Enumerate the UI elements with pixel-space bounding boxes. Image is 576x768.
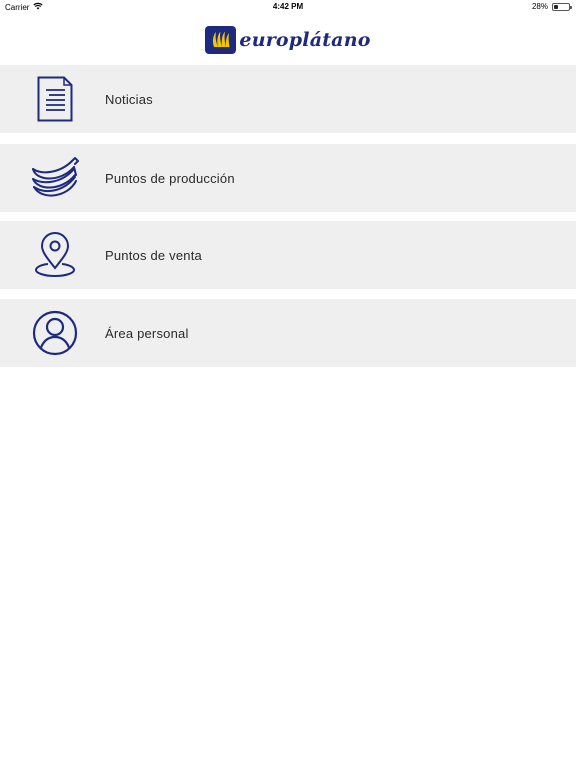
battery-icon bbox=[552, 2, 572, 11]
battery-percent: 28% bbox=[531, 2, 548, 11]
status-bar: Carrier 4:42 PM 28% bbox=[0, 0, 576, 14]
menu-item-puntos-produccion[interactable]: Puntos de producción bbox=[0, 144, 576, 212]
status-right: 28% bbox=[531, 2, 572, 11]
bananas-icon bbox=[30, 154, 80, 202]
menu-item-label: Área personal bbox=[105, 325, 189, 341]
menu-item-label: Noticias bbox=[105, 91, 153, 107]
map-pin-icon bbox=[30, 231, 80, 279]
document-icon bbox=[30, 75, 80, 123]
banana-logo-icon bbox=[205, 25, 237, 54]
menu-item-noticias[interactable]: Noticias bbox=[0, 65, 576, 133]
user-icon bbox=[30, 309, 80, 357]
menu-item-puntos-venta[interactable]: Puntos de venta bbox=[0, 221, 576, 289]
logo-wordmark: europlátano bbox=[239, 28, 371, 51]
menu-item-label: Puntos de producción bbox=[105, 170, 235, 186]
menu-item-area-personal[interactable]: Área personal bbox=[0, 299, 576, 367]
battery-level bbox=[554, 4, 558, 9]
app-header: europlátano bbox=[0, 14, 576, 65]
menu-item-label: Puntos de venta bbox=[105, 247, 202, 263]
europlatano-logo: europlátano bbox=[205, 25, 371, 54]
status-time: 4:42 PM bbox=[272, 2, 304, 11]
